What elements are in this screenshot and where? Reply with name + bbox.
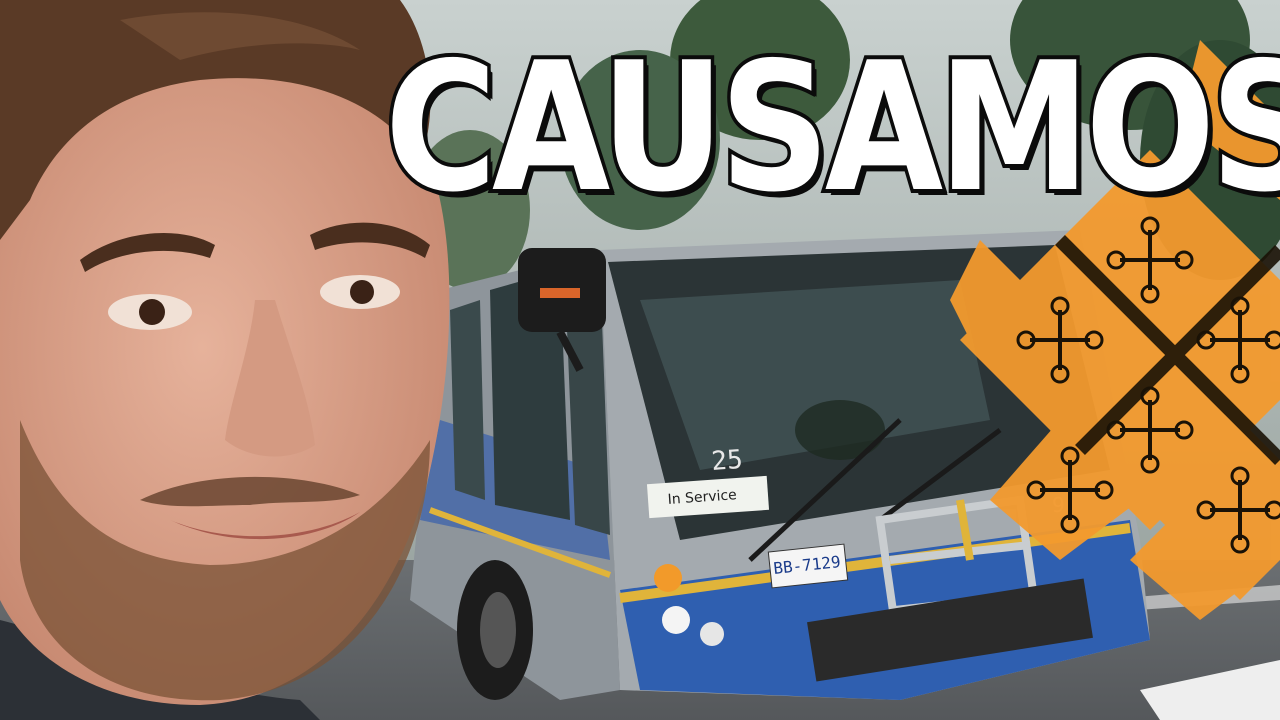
headline-title: CAUSAMOS (381, 24, 1280, 231)
thumbnail: 25 In Service BB-7129 9 (0, 0, 1280, 720)
